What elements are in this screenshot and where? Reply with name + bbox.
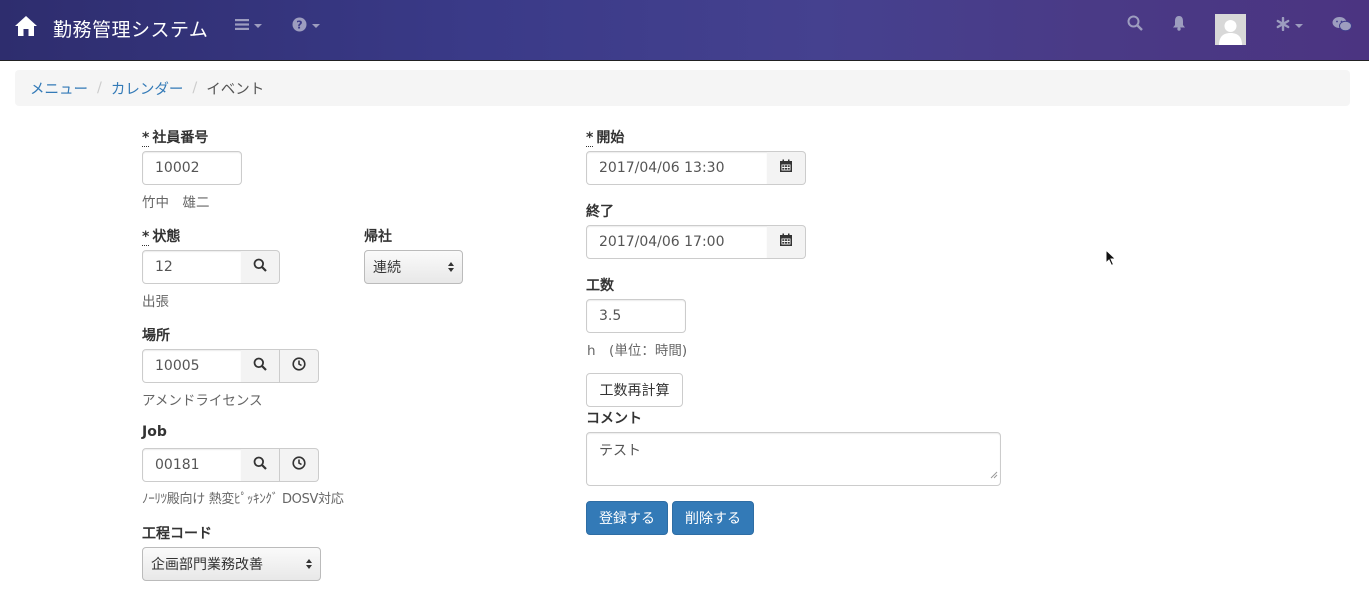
return-select[interactable]: 連続 — [364, 250, 463, 284]
select-arrows-icon — [306, 559, 312, 569]
chevron-down-icon — [1295, 24, 1303, 28]
mouse-cursor-icon — [1105, 248, 1117, 271]
location-history-button[interactable] — [280, 349, 319, 383]
delete-button[interactable]: 削除する — [672, 501, 754, 535]
search-icon — [253, 357, 267, 375]
location-input[interactable]: 10005 — [142, 349, 242, 383]
recalculate-button[interactable]: 工数再計算 — [586, 373, 683, 407]
breadcrumb-separator: / — [97, 80, 102, 96]
avatar[interactable] — [1215, 14, 1246, 45]
select-arrows-icon — [448, 262, 454, 272]
svg-text:?: ? — [296, 18, 302, 31]
man-hours-label: 工数 — [586, 278, 614, 294]
resize-handle-icon[interactable] — [990, 467, 998, 483]
comment-label: コメント — [586, 411, 642, 427]
breadcrumb-event: イベント — [206, 81, 265, 98]
chevron-down-icon — [254, 24, 262, 28]
help-dropdown[interactable]: ? — [292, 17, 320, 35]
search-icon[interactable] — [1127, 15, 1143, 35]
menu-dropdown[interactable] — [235, 17, 262, 35]
man-hours-unit-text: h (単位：時間) — [587, 343, 688, 359]
breadcrumb-calendar[interactable]: カレンダー — [111, 78, 184, 99]
required-mark: * — [586, 130, 594, 147]
start-calendar-button[interactable] — [767, 151, 806, 185]
breadcrumb-separator: / — [192, 80, 198, 96]
end-datetime-input[interactable]: 2017/04/06 17:00 — [586, 225, 768, 259]
clock-icon — [292, 456, 306, 474]
employee-no-label: * 社員番号 — [142, 130, 209, 147]
job-input[interactable]: 00181 — [142, 448, 242, 482]
location-search-button[interactable] — [241, 349, 280, 383]
status-input[interactable]: 12 — [142, 250, 242, 284]
end-label: 終了 — [586, 204, 614, 220]
search-icon — [253, 456, 267, 474]
clock-icon — [292, 357, 306, 375]
process-code-label: 工程コード — [142, 526, 212, 542]
start-datetime-input[interactable]: 2017/04/06 13:30 — [586, 151, 768, 185]
bell-icon[interactable] — [1172, 15, 1186, 35]
process-code-value: 企画部門業務改善 — [151, 557, 263, 573]
process-code-select[interactable]: 企画部門業務改善 — [142, 547, 321, 581]
comment-value: テスト — [599, 443, 641, 459]
search-icon — [253, 258, 267, 276]
status-search-button[interactable] — [241, 250, 280, 284]
bars-icon — [235, 18, 249, 35]
status-name-text: 出張 — [142, 294, 169, 310]
required-mark: * — [142, 229, 150, 246]
job-label: Job — [142, 424, 167, 440]
wechat-icon[interactable] — [1332, 16, 1352, 36]
employee-name-text: 竹中 雄二 — [142, 195, 210, 211]
calendar-icon — [779, 233, 793, 251]
chevron-down-icon — [312, 24, 320, 28]
status-label: * 状態 — [142, 229, 181, 246]
job-search-button[interactable] — [241, 448, 280, 482]
asterisk-icon — [1276, 16, 1290, 35]
calendar-icon — [779, 159, 793, 177]
top-navbar: 勤務管理システム ? — [0, 0, 1369, 61]
question-circle-icon: ? — [292, 17, 307, 36]
home-icon[interactable] — [13, 14, 39, 38]
register-button[interactable]: 登録する — [586, 501, 668, 535]
end-calendar-button[interactable] — [767, 225, 806, 259]
job-name-text: ﾉｰﾘﾂ殿向け 熱変ﾋﾟｯｷﾝｸﾞ DOSV対応 — [142, 492, 344, 507]
location-name-text: アメンドライセンス — [142, 393, 263, 409]
start-label: * 開始 — [586, 130, 625, 147]
breadcrumb: メニュー / カレンダー / イベント — [15, 70, 1350, 106]
man-hours-input[interactable]: 3.5 — [586, 299, 686, 333]
settings-dropdown[interactable] — [1276, 16, 1303, 35]
employee-no-input[interactable]: 10002 — [142, 151, 242, 185]
return-label: 帰社 — [364, 229, 392, 245]
comment-textarea[interactable]: テスト — [586, 432, 1001, 486]
breadcrumb-menu[interactable]: メニュー — [30, 78, 88, 99]
job-history-button[interactable] — [280, 448, 319, 482]
app-title[interactable]: 勤務管理システム — [53, 15, 208, 42]
location-label: 場所 — [142, 328, 170, 344]
return-select-value: 連続 — [373, 260, 401, 276]
required-mark: * — [142, 130, 150, 147]
